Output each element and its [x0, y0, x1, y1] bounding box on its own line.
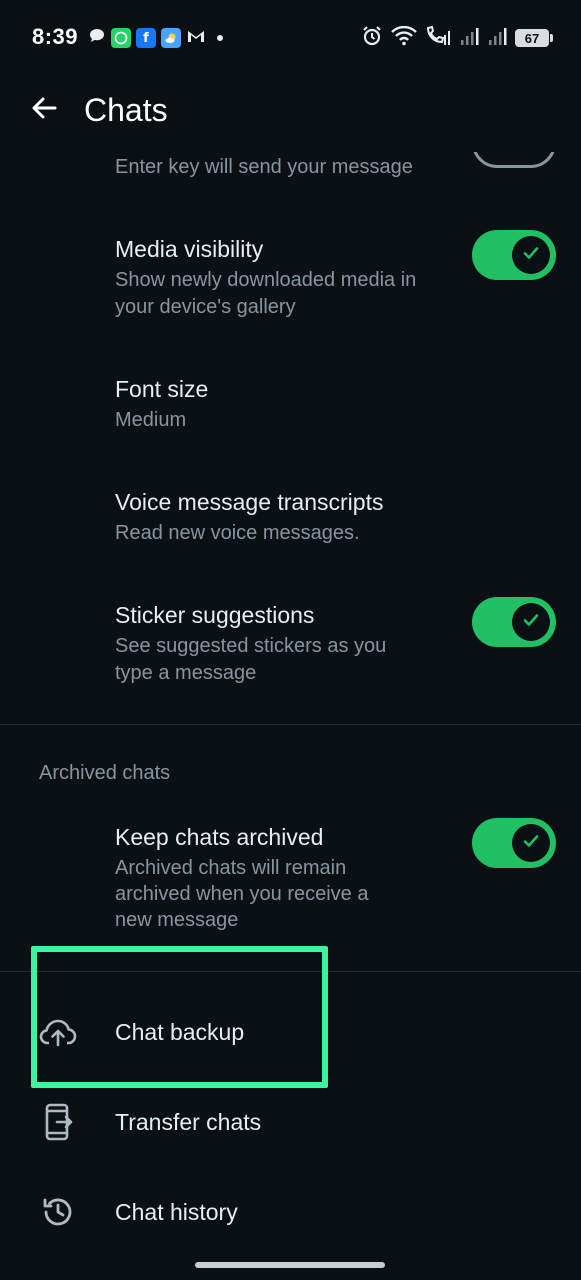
divider: [0, 724, 581, 725]
toggle-knob: [512, 824, 550, 862]
history-icon: [38, 1192, 78, 1232]
voice-transcripts-row[interactable]: Voice message transcripts Read new voice…: [0, 480, 581, 560]
media-visibility-toggle[interactable]: [472, 230, 556, 280]
sticker-suggestions-toggle[interactable]: [472, 597, 556, 647]
transfer-chats-row[interactable]: Transfer chats: [0, 1080, 581, 1164]
chat-bubble-icon: [88, 27, 106, 50]
chat-history-label: Chat history: [115, 1199, 238, 1225]
enter-is-send-toggle[interactable]: [472, 152, 556, 168]
facebook-icon: f: [136, 28, 156, 48]
keep-archived-subtitle-2: archived when you receive a: [115, 883, 369, 905]
phone-transfer-icon: [38, 1102, 78, 1142]
system-icons: 67: [361, 25, 553, 52]
arrow-left-icon: [29, 93, 59, 128]
media-visibility-row[interactable]: Media visibility Show newly downloaded m…: [0, 228, 581, 338]
transfer-chats-label: Transfer chats: [115, 1109, 262, 1135]
call-signal-icon: [425, 25, 451, 52]
wifi-icon: [391, 25, 417, 51]
enter-is-send-subtitle: Enter key will send your message: [115, 156, 413, 178]
alarm-icon: [361, 25, 383, 52]
sticker-suggestions-subtitle-1: See suggested stickers as you: [115, 635, 387, 657]
chat-history-row[interactable]: Chat history: [0, 1170, 581, 1254]
page-title: Chats: [84, 92, 168, 128]
font-size-row[interactable]: Font size Medium: [0, 366, 581, 446]
gmail-icon: [186, 28, 206, 49]
keep-chats-archived-row[interactable]: Keep chats archived Archived chats will …: [0, 816, 581, 946]
keep-archived-toggle[interactable]: [472, 818, 556, 868]
check-icon: [521, 243, 541, 268]
keep-archived-subtitle-3: new message: [115, 909, 239, 931]
toggle-knob: [512, 236, 550, 274]
more-notifications-dot: [217, 35, 223, 41]
media-visibility-title: Media visibility: [115, 236, 264, 262]
check-icon: [521, 610, 541, 635]
enter-is-send-row[interactable]: Enter key will send your message: [0, 152, 581, 204]
battery-icon: 67: [515, 29, 553, 47]
voice-transcripts-title: Voice message transcripts: [115, 489, 384, 515]
highlight-box: [31, 946, 328, 1088]
signal-icon: [487, 26, 507, 51]
sticker-suggestions-title: Sticker suggestions: [115, 602, 315, 628]
section-header-archived: Archived chats: [39, 762, 171, 784]
home-indicator[interactable]: [195, 1262, 385, 1268]
back-button[interactable]: [22, 88, 66, 132]
font-size-title: Font size: [115, 376, 209, 402]
font-size-value: Medium: [115, 409, 187, 431]
check-icon: [521, 831, 541, 856]
weather-icon: [161, 28, 181, 48]
media-visibility-subtitle-1: Show newly downloaded media in: [115, 269, 417, 291]
signal-icon: [459, 26, 479, 51]
keep-archived-title: Keep chats archived: [115, 824, 324, 850]
keep-archived-subtitle-1: Archived chats will remain: [115, 857, 347, 879]
sticker-suggestions-row[interactable]: Sticker suggestions See suggested sticke…: [0, 594, 581, 704]
media-visibility-subtitle-2: your device's gallery: [115, 296, 296, 318]
whatsapp-icon: [111, 28, 131, 48]
notification-icons: f: [88, 27, 223, 49]
toggle-knob: [512, 603, 550, 641]
status-time: 8:39: [32, 24, 79, 49]
voice-transcripts-subtitle: Read new voice messages.: [115, 522, 360, 544]
sticker-suggestions-subtitle-2: type a message: [115, 662, 257, 684]
